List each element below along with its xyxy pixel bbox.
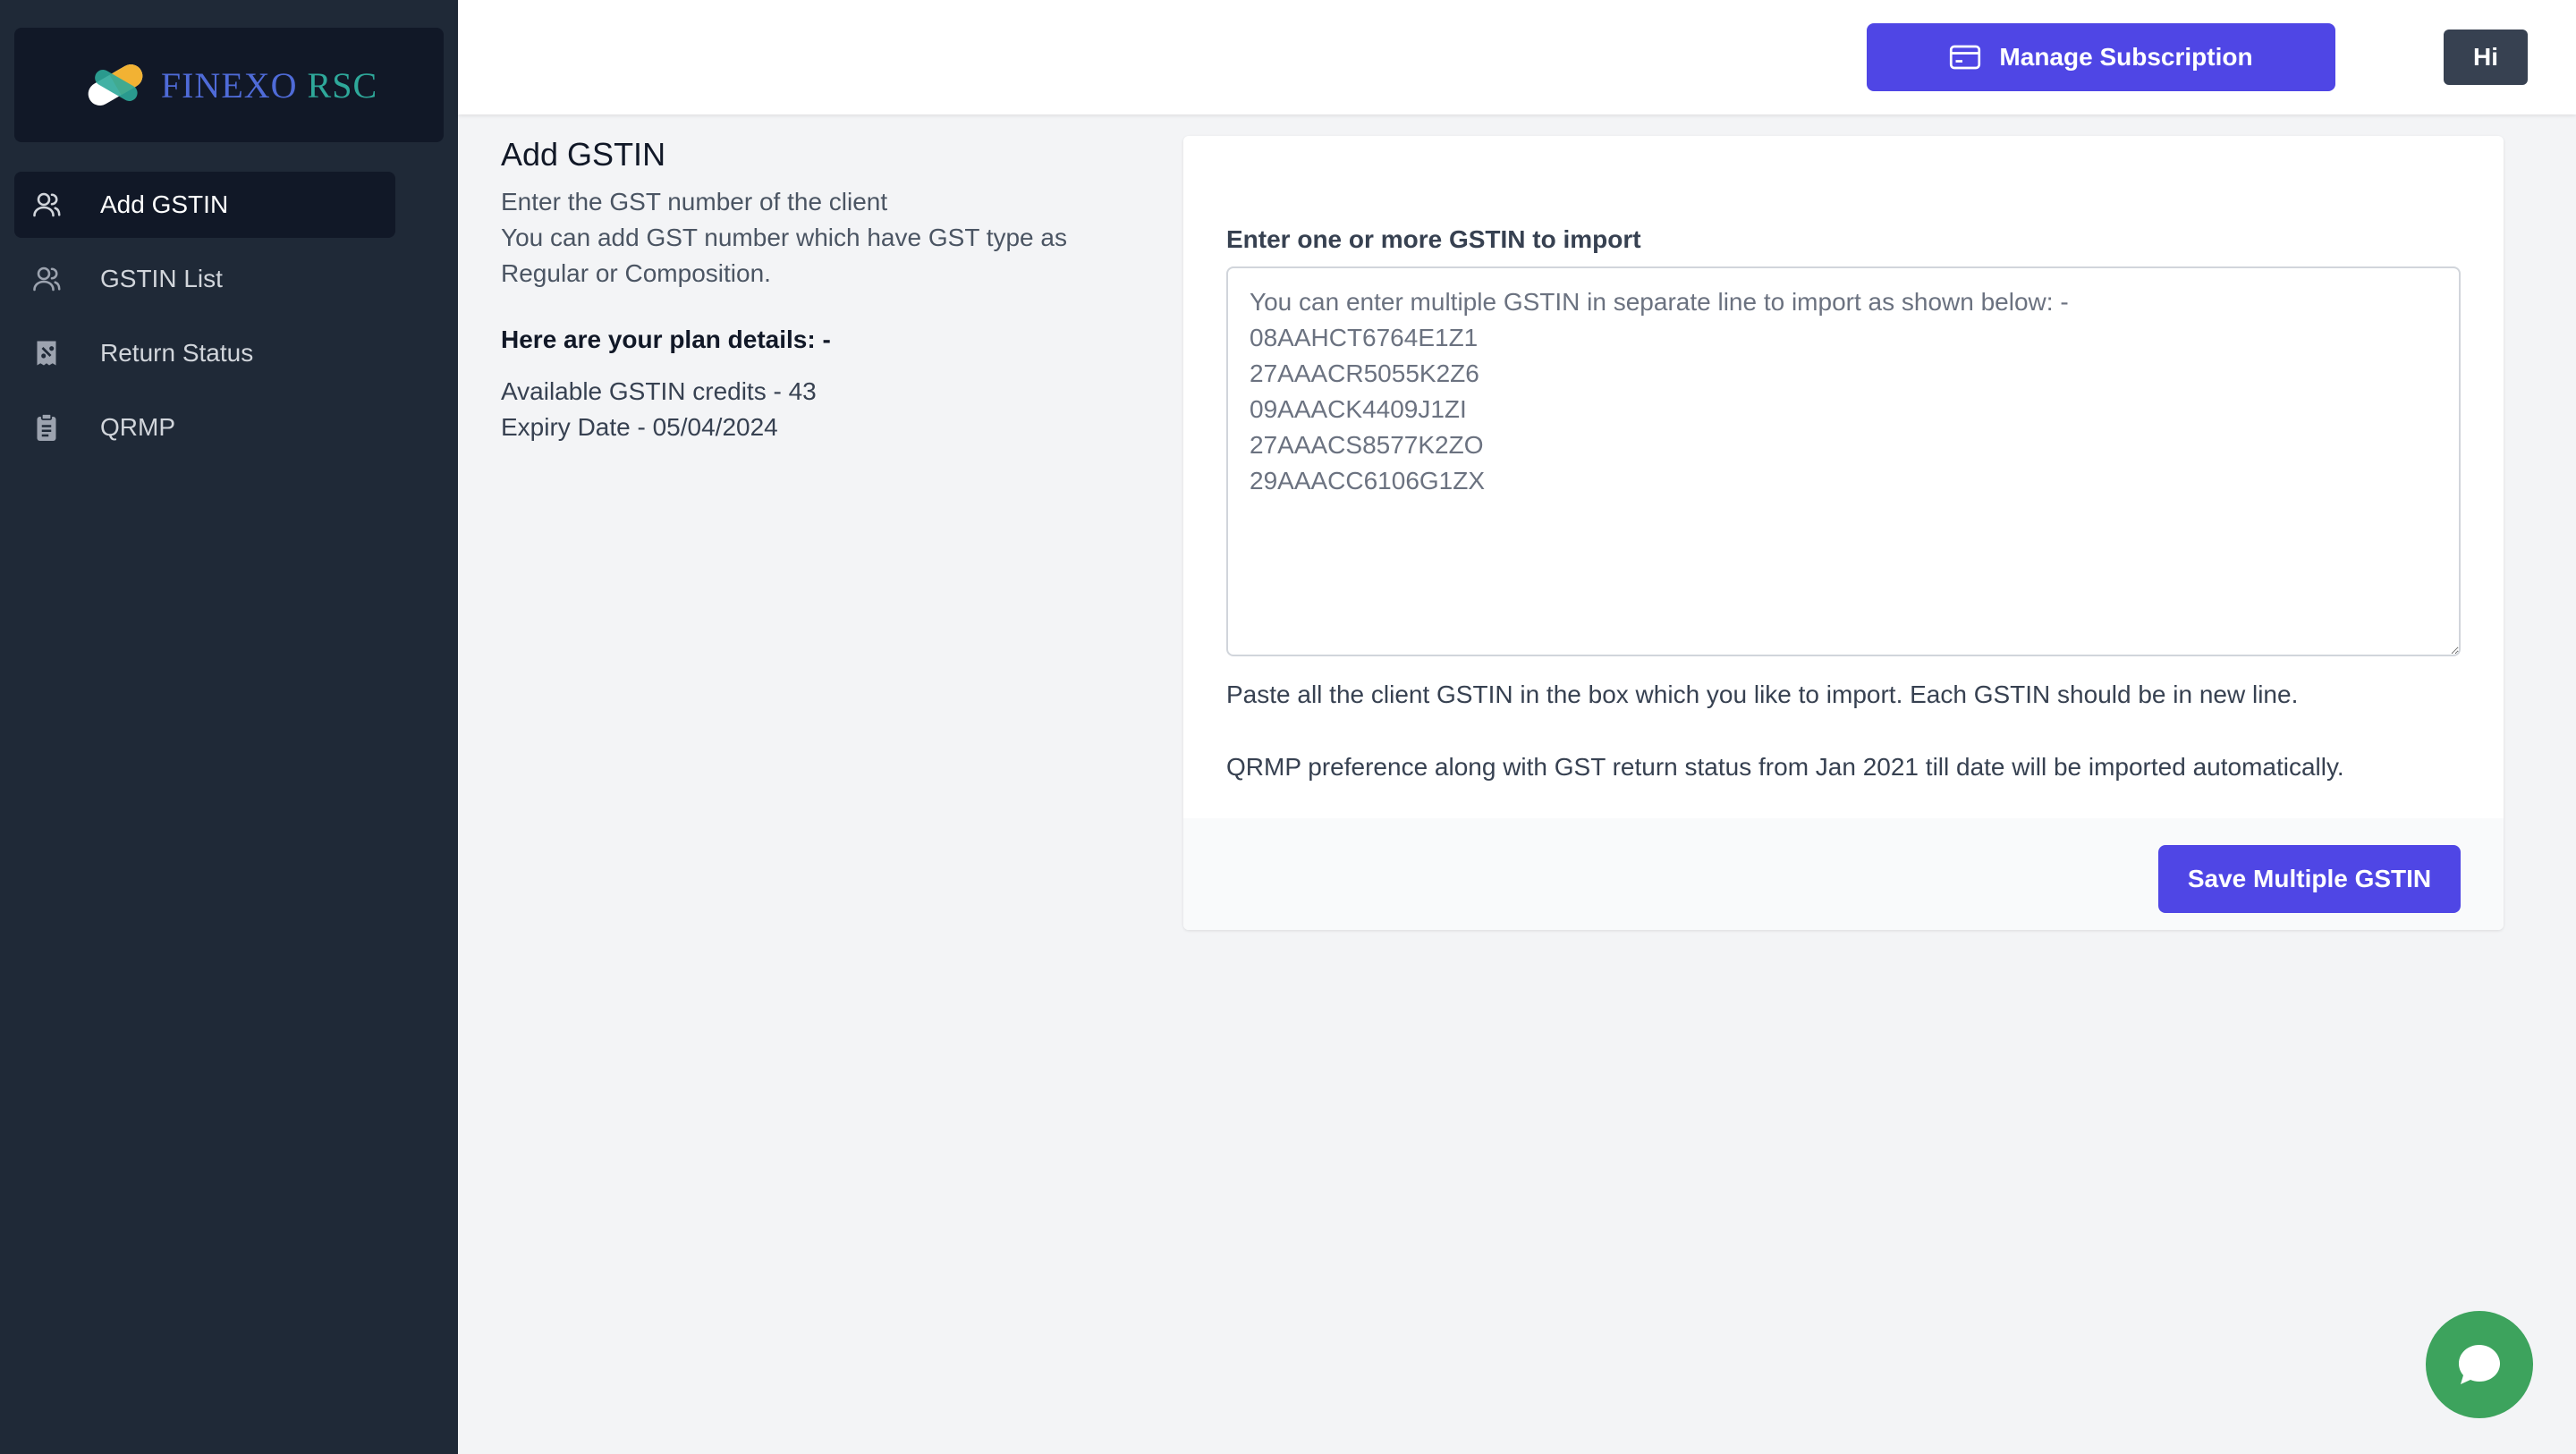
gstin-input-label: Enter one or more GSTIN to import [1226, 225, 1641, 253]
credit-card-icon [1950, 45, 1981, 70]
chat-widget[interactable] [2426, 1311, 2576, 1418]
sidebar-item-label: QRMP [100, 413, 175, 441]
sidebar-item-gstin-list[interactable]: GSTIN List [14, 246, 395, 312]
users-icon [30, 189, 63, 221]
help-text-qrmp: QRMP preference along with GST return st… [1226, 753, 2344, 781]
brand-name-part1: FINEXO [160, 64, 298, 106]
card-body: Enter one or more GSTIN to import Paste … [1226, 225, 2461, 785]
pill-logo-icon [88, 64, 143, 106]
sidebar-item-return-status[interactable]: Return Status [14, 320, 395, 386]
chat-button[interactable] [2426, 1311, 2533, 1418]
manage-subscription-button[interactable]: Manage Subscription [1867, 23, 2335, 91]
clipboard-icon [30, 411, 63, 444]
brand-name: FINEXO RSC [161, 64, 377, 106]
sidebar-item-label: GSTIN List [100, 265, 223, 292]
expiry-date: Expiry Date - 05/04/2024 [501, 413, 778, 441]
sidebar-nav: Add GSTIN GSTIN List Return Status QRMP [14, 172, 395, 469]
description-line-2: You can add GST number which have GST ty… [501, 224, 1067, 287]
help-text-paste: Paste all the client GSTIN in the box wh… [1226, 681, 2299, 708]
receipt-icon [30, 337, 63, 369]
import-gstin-card: Enter one or more GSTIN to import Paste … [1183, 136, 2504, 930]
sidebar-item-label: Return Status [100, 339, 254, 367]
sidebar: FINEXO RSC Add GSTIN GSTIN List Return S… [0, 0, 458, 1454]
manage-subscription-label: Manage Subscription [1999, 43, 2253, 71]
users-icon [30, 263, 63, 295]
save-multiple-gstin-button[interactable]: Save Multiple GSTIN [2158, 845, 2461, 913]
card-footer: Save Multiple GSTIN [1183, 818, 2504, 930]
sidebar-item-add-gstin[interactable]: Add GSTIN [14, 172, 395, 238]
chat-bubble-icon [2459, 1345, 2500, 1384]
gstin-credits: Available GSTIN credits - 43 [501, 377, 817, 405]
top-bar: Manage Subscription Hi [458, 0, 2576, 114]
gstin-textarea[interactable] [1226, 266, 2461, 656]
sidebar-item-label: Add GSTIN [100, 190, 229, 218]
info-panel: Add GSTIN Enter the GST number of the cl… [501, 136, 1109, 445]
user-menu-button[interactable]: Hi [2444, 30, 2528, 85]
page-title: Add GSTIN [501, 136, 666, 173]
plan-heading: Here are your plan details: - [501, 325, 831, 353]
logo[interactable]: FINEXO RSC [14, 28, 444, 142]
brand-name-part2: RSC [307, 64, 378, 106]
sidebar-item-qrmp[interactable]: QRMP [14, 394, 395, 461]
description-line-1: Enter the GST number of the client [501, 188, 888, 216]
